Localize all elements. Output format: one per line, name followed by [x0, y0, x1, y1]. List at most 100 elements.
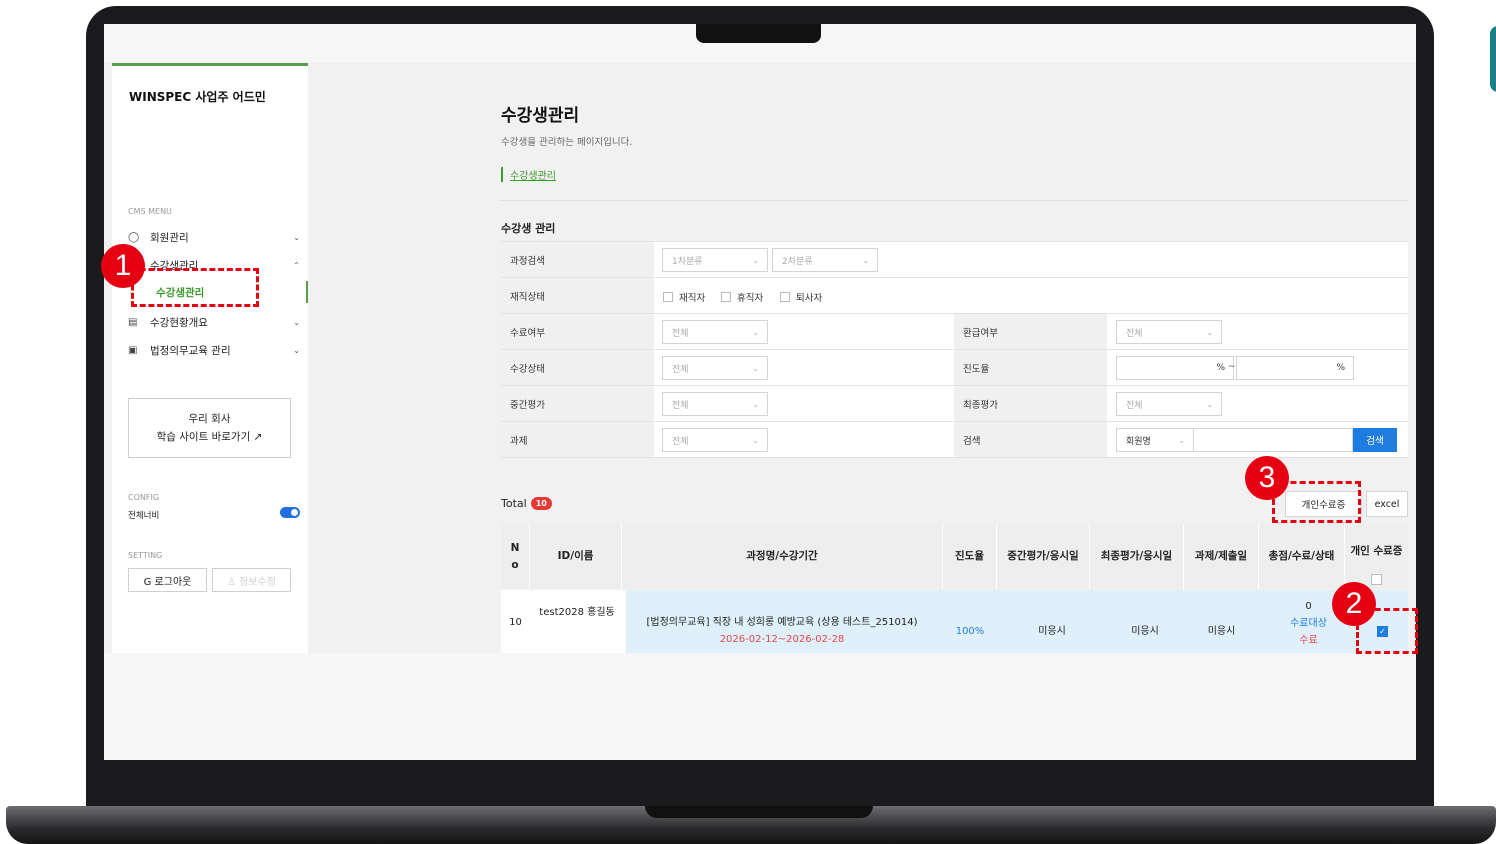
select-value: 전체: [672, 364, 689, 375]
sidebar: WINSPEC 사업주 어드민 CMS MENU ◯ 회원관리 ⌄ ▦ 수강생관…: [112, 63, 308, 653]
on-leave-checkbox[interactable]: 휴직자: [721, 290, 763, 304]
row-completion: 수료대상: [1290, 618, 1327, 629]
logout-button[interactable]: G 로그아웃: [128, 568, 207, 592]
select-value: 전체: [672, 328, 689, 339]
search-input[interactable]: [1193, 428, 1353, 452]
full-width-setting: 전체너비: [128, 507, 300, 521]
progress-max-input[interactable]: %: [1236, 356, 1354, 380]
main-content: 수강생관리 수강생을 관리하는 페이지입니다. 수강생관리 수강생 관리 과정검…: [308, 63, 1416, 653]
chevron-down-icon: ⌄: [1178, 435, 1185, 445]
search-button[interactable]: 검색: [1353, 428, 1397, 452]
learning-site-shortcut[interactable]: 우리 회사 학습 사이트 바로가기 ↗: [128, 398, 291, 458]
laptop-screen: WINSPEC 사업주 어드민 CMS MENU ◯ 회원관리 ⌄ ▦ 수강생관…: [104, 24, 1416, 760]
row-course[interactable]: [법정의무교육] 직장 내 성희롱 예방교육 (상용 테스트_251014): [626, 614, 938, 631]
law-icon: ▣: [128, 344, 138, 356]
completion-select[interactable]: 전체 ⌄: [662, 320, 768, 344]
table-row[interactable]: 10 test2028 홍길동 [법정의무교육] 직장 내 성희롱 예방교육 (…: [501, 590, 1408, 653]
filter-label-midterm: 중간평가: [501, 386, 654, 421]
refund-select[interactable]: 전체 ⌄: [1116, 320, 1222, 344]
sidebar-item-members[interactable]: ◯ 회원관리 ⌄: [128, 227, 300, 247]
edit-info-button[interactable]: ♙ 정보수정: [212, 568, 291, 592]
assignment-select[interactable]: 전체 ⌄: [662, 428, 768, 452]
select-value: 전체: [672, 436, 689, 447]
checkbox-box: [721, 292, 731, 302]
midterm-select[interactable]: 전체 ⌄: [662, 392, 768, 416]
filter-label-progress: 진도율: [954, 350, 1107, 385]
category2-value: 2차분류: [782, 256, 813, 267]
progress-min-input[interactable]: %: [1116, 356, 1234, 380]
select-value: 전체: [672, 400, 689, 411]
select-all-checkbox[interactable]: [1371, 574, 1382, 585]
full-width-label: 전체너비: [128, 511, 160, 521]
filter-row-midterm: 중간평가 전체 ⌄ 최종평가 전체 ⌄: [501, 386, 1408, 422]
col-course: 과정명/수강기간: [622, 524, 943, 589]
screen-lower-blank: [104, 653, 1416, 760]
chevron-down-icon: ⌄: [293, 232, 300, 242]
chevron-up-icon: ⌃: [293, 260, 300, 270]
col-midterm: 중간평가/응시일: [997, 524, 1090, 589]
chevron-down-icon: ⌄: [752, 327, 759, 337]
chart-icon: ▤: [128, 316, 138, 328]
filter-label-assignment: 과제: [501, 422, 654, 457]
section-title: 수강생 관리: [501, 222, 556, 235]
filter-label-study-status: 수강상태: [501, 350, 654, 385]
member-icon: ◯: [128, 231, 140, 243]
sidebar-item-legal-education[interactable]: ▣ 법정의무교육 관리 ⌄: [128, 340, 300, 360]
sidebar-item-label: 법정의무교육 관리: [150, 344, 231, 357]
annotation-badge-3: 3: [1245, 456, 1289, 500]
annotation-badge-2: 2: [1332, 582, 1376, 626]
row-status: 수료: [1299, 635, 1318, 646]
study-status-select[interactable]: 전체 ⌄: [662, 356, 768, 380]
sidebar-item-label: 수강현황개요: [150, 316, 208, 329]
filter-label-course: 과정검색: [501, 242, 654, 277]
checkbox-label: 휴직자: [737, 293, 764, 304]
chevron-down-icon: ⌄: [752, 399, 759, 409]
chevron-down-icon: ⌄: [752, 435, 759, 445]
col-assignment: 과제/제출일: [1184, 524, 1259, 589]
checkbox-box: [663, 292, 673, 302]
checkbox-box: [780, 292, 790, 302]
filter-row-assignment: 과제 전체 ⌄ 검색 회원명 ⌄ 검색: [501, 422, 1408, 458]
filter-label-refund: 환급여부: [954, 314, 1107, 349]
category2-select[interactable]: 2차분류 ⌄: [772, 248, 878, 272]
sidebar-item-overview[interactable]: ▤ 수강현황개요 ⌄: [128, 312, 300, 332]
chevron-down-icon: ⌄: [752, 255, 759, 265]
checkbox-label: 퇴사자: [796, 293, 823, 304]
employed-checkbox[interactable]: 재직자: [663, 290, 705, 304]
side-tab: [1490, 26, 1496, 92]
filter-label-final: 최종평가: [954, 386, 1107, 421]
camera-notch: [696, 24, 821, 43]
page-title: 수강생관리: [501, 106, 580, 126]
row-progress: 100%: [955, 626, 985, 637]
range-separator: ~: [1228, 362, 1236, 372]
resigned-checkbox[interactable]: 퇴사자: [780, 290, 822, 304]
select-value: 전체: [1126, 400, 1143, 411]
breadcrumb[interactable]: 수강생관리: [501, 167, 556, 182]
row-id-name: test2028 홍길동: [539, 607, 615, 618]
divider: [501, 200, 1408, 201]
search-type-select[interactable]: 회원명 ⌄: [1116, 428, 1194, 452]
category1-select[interactable]: 1차분류 ⌄: [662, 248, 768, 272]
filter-label-completion: 수료여부: [501, 314, 654, 349]
full-width-toggle[interactable]: [280, 507, 300, 518]
total-badge: 10: [530, 497, 552, 510]
row-assignment: 미응시: [1207, 626, 1236, 637]
col-no: N o: [501, 524, 530, 589]
shortcut-line-1: 우리 회사: [188, 413, 231, 425]
final-select[interactable]: 전체 ⌄: [1116, 392, 1222, 416]
filter-label-employment: 재직상태: [501, 278, 654, 313]
laptop-base-notch: [645, 806, 873, 818]
checkbox-label: 재직자: [679, 293, 706, 304]
chevron-down-icon: ⌄: [862, 255, 869, 265]
cms-menu-label: CMS MENU: [128, 207, 172, 216]
total-count: Total 10: [501, 497, 552, 510]
setting-label: SETTING: [128, 551, 163, 560]
col-progress: 진도율: [943, 524, 997, 589]
row-no: 10: [509, 617, 522, 628]
col-score: 총점/수료/상태: [1259, 524, 1345, 589]
col-final: 최종평가/응시일: [1090, 524, 1184, 589]
chevron-down-icon: ⌄: [293, 345, 300, 355]
admin-app: WINSPEC 사업주 어드민 CMS MENU ◯ 회원관리 ⌄ ▦ 수강생관…: [104, 63, 1416, 653]
brand-title: WINSPEC 사업주 어드민: [129, 90, 266, 104]
excel-button[interactable]: excel: [1366, 491, 1408, 517]
